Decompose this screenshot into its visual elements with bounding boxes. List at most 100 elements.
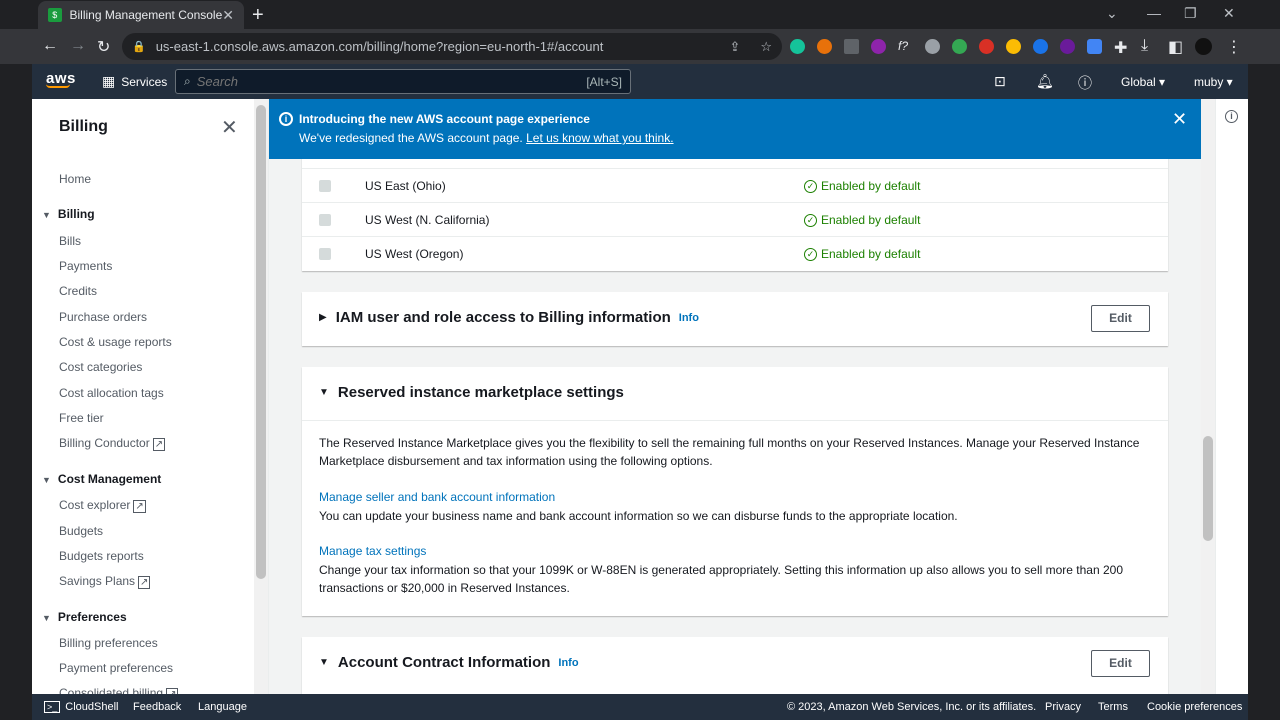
sidebar-scroll-thumb[interactable] [256, 105, 266, 579]
back-icon[interactable]: ← [42, 37, 58, 55]
sidebar-section-cost-management[interactable]: ▼ Cost Management [42, 472, 161, 486]
sidebar-item-billing-preferences[interactable]: Billing preferences [59, 636, 158, 650]
maximize-icon[interactable]: ❐ [1184, 5, 1197, 22]
grammarly-extension-icon[interactable] [790, 39, 805, 54]
notifications-bell-icon[interactable]: 🔔︎ [1036, 73, 1054, 90]
privacy-link[interactable]: Privacy [1045, 701, 1081, 713]
region-status: ✓ Enabled by default [804, 247, 920, 261]
region-status: ✓ Enabled by default [804, 179, 920, 193]
dismiss-banner-icon[interactable]: ✕ [1172, 109, 1187, 130]
sidebar-section-billing[interactable]: ▼ Billing [42, 207, 95, 221]
puzzle-extensions-icon[interactable]: ✚ [1114, 38, 1127, 58]
search-input[interactable] [196, 74, 587, 89]
color-extension-icon[interactable] [1006, 39, 1021, 54]
ri-marketplace-card: ▼ Reserved instance marketplace settings … [302, 367, 1168, 616]
section-title: Cost Management [57, 472, 162, 486]
sidebar-item-payments[interactable]: Payments [59, 259, 112, 273]
sidepanel-icon[interactable]: ◧ [1168, 37, 1183, 57]
sidebar-item-cost-categories[interactable]: Cost categories [59, 360, 142, 374]
address-bar[interactable]: 🔒 us-east-1.console.aws.amazon.com/billi… [122, 33, 782, 60]
sidebar-item-payment-preferences[interactable]: Payment preferences [59, 661, 173, 675]
feedback-link[interactable]: Let us know what you think. [526, 131, 673, 145]
tab-title: Billing Management Console [69, 8, 223, 22]
new-tab-icon[interactable]: + [252, 4, 264, 27]
main-scrollbar[interactable] [1201, 99, 1215, 694]
services-menu[interactable]: ▦ Services [102, 73, 167, 90]
sidebar-item-credits[interactable]: Credits [59, 284, 97, 298]
edit-button[interactable]: Edit [1091, 305, 1150, 332]
reload-icon[interactable]: ↻ [97, 37, 110, 57]
sidebar-item-budgets-reports[interactable]: Budgets reports [59, 549, 144, 563]
browser-tab[interactable]: $ Billing Management Console ✕ [38, 1, 244, 29]
sidebar-item-cost-allocation-tags[interactable]: Cost allocation tags [59, 386, 164, 400]
seller-description: You can update your business name and ba… [319, 509, 958, 523]
profile-avatar[interactable] [1195, 38, 1212, 55]
sidebar-item-budgets[interactable]: Budgets [59, 524, 103, 538]
menu-kebab-icon[interactable]: ⋮ [1226, 37, 1242, 57]
formula-extension-icon[interactable]: f? [898, 39, 913, 54]
extension-badge-icon[interactable] [871, 39, 886, 54]
cloudshell-icon[interactable]: ⊡ [994, 73, 1006, 90]
sidebar-item-bills[interactable]: Bills [59, 234, 81, 248]
aws-logo[interactable]: aws [46, 70, 76, 88]
help-icon[interactable]: ⓘ [1078, 73, 1092, 93]
edit-button[interactable]: Edit [1091, 650, 1150, 677]
region-checkbox[interactable] [319, 214, 331, 226]
feedback-button[interactable]: Feedback [133, 701, 181, 713]
contract-section-header[interactable]: ▼ Account Contract Information Info [319, 654, 579, 671]
account-menu[interactable]: muby ▾ [1194, 75, 1233, 89]
sidebar-item-cost-usage-reports[interactable]: Cost & usage reports [59, 335, 172, 349]
sidebar-item-billing-conductor[interactable]: Billing Conductor ↗ [59, 436, 166, 451]
close-window-icon[interactable]: ✕ [1223, 5, 1235, 22]
cloudshell-icon: >_ [44, 701, 61, 713]
share-icon[interactable]: ⇪ [729, 39, 740, 55]
manage-tax-link[interactable]: Manage tax settings [319, 544, 426, 558]
sidebar-item-purchase-orders[interactable]: Purchase orders [59, 310, 147, 324]
item-label: Savings Plans [59, 574, 136, 588]
info-link[interactable]: Info [679, 312, 699, 324]
download-icon[interactable]: ⤓ [1141, 37, 1148, 55]
info-panel-icon[interactable]: i [1225, 110, 1238, 123]
cookie-preferences-link[interactable]: Cookie preferences [1147, 701, 1242, 713]
forward-icon[interactable]: → [70, 37, 86, 55]
cloudshell-button[interactable]: >_ CloudShell [44, 701, 118, 713]
manage-seller-link[interactable]: Manage seller and bank account informati… [319, 490, 555, 504]
sidebar-item-savings-plans[interactable]: Savings Plans ↗ [59, 574, 151, 589]
tab-search-icon[interactable]: ⌄ [1106, 5, 1118, 22]
iam-section-header[interactable]: ▶ IAM user and role access to Billing inf… [319, 309, 699, 326]
sidebar-scrollbar[interactable] [254, 99, 268, 694]
target-extension-icon[interactable] [952, 39, 967, 54]
sidebar-item-free-tier[interactable]: Free tier [59, 411, 104, 425]
sidebar-item-home[interactable]: Home [59, 172, 91, 186]
close-sidebar-icon[interactable]: ✕ [221, 115, 238, 140]
sidebar-section-preferences[interactable]: ▼ Preferences [42, 610, 127, 624]
url-text: us-east-1.console.aws.amazon.com/billing… [155, 39, 604, 54]
sidebar-item-consolidated-billing[interactable]: Consolidated billing↗ [59, 686, 179, 694]
purple-extension-icon[interactable] [1060, 39, 1075, 54]
info-link[interactable]: Info [558, 657, 578, 669]
shield-extension-icon[interactable] [979, 39, 994, 54]
search-box[interactable]: ⌕ [Alt+S] [175, 69, 631, 94]
globe-extension-icon[interactable] [925, 39, 940, 54]
camera-extension-icon[interactable] [1087, 39, 1102, 54]
sidebar-item-cost-explorer[interactable]: Cost explorer ↗ [59, 498, 146, 513]
close-tab-icon[interactable]: ✕ [222, 7, 234, 24]
flash-heading: Introducing the new AWS account page exp… [299, 112, 590, 126]
region-checkbox[interactable] [319, 180, 331, 192]
ri-section-header[interactable]: ▼ Reserved instance marketplace settings [319, 384, 624, 401]
status-text: Enabled by default [821, 213, 921, 227]
region-selector[interactable]: Global ▾ [1121, 75, 1165, 89]
terms-link[interactable]: Terms [1098, 701, 1128, 713]
ri-intro-text: The Reserved Instance Marketplace gives … [319, 436, 1140, 468]
tax-description: Change your tax information so that your… [319, 563, 1123, 595]
caret-down-icon: ▼ [319, 657, 329, 668]
extension-icon[interactable] [817, 39, 832, 54]
main-scroll-thumb[interactable] [1203, 436, 1213, 541]
language-button[interactable]: Language [198, 701, 247, 713]
region-checkbox[interactable] [319, 248, 331, 260]
bookmark-star-icon[interactable]: ☆ [760, 39, 772, 55]
check-extension-icon[interactable] [1033, 39, 1048, 54]
minimize-icon[interactable]: — [1147, 5, 1161, 21]
status-text: Enabled by default [821, 247, 921, 261]
code-extension-icon[interactable] [844, 39, 859, 54]
